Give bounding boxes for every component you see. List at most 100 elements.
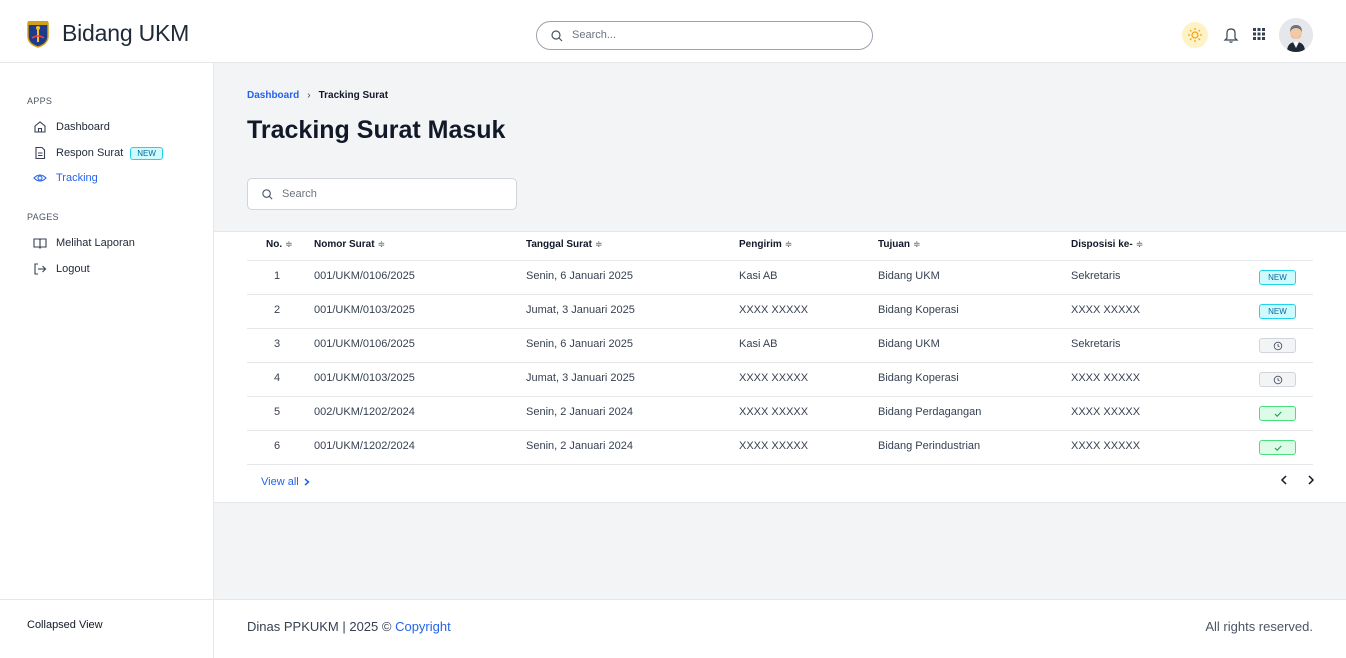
brand-title[interactable]: Bidang UKM <box>62 20 189 47</box>
global-search-placeholder: Search... <box>572 29 617 41</box>
check-icon <box>1274 445 1282 451</box>
table-row[interactable]: 1 001/UKM/0106/2025 Senin, 6 Januari 2025 K… <box>214 261 1346 295</box>
theme-toggle-button[interactable] <box>1182 22 1208 48</box>
cell-disposisi: XXXX XXXXX <box>1071 304 1141 316</box>
sort-icon: ≑ <box>913 239 921 249</box>
sidebar-item-tracking[interactable]: Tracking <box>33 169 98 187</box>
global-search-input[interactable]: Search... <box>536 21 873 50</box>
column-header-tujuan[interactable]: Tujuan ≑ <box>878 239 921 250</box>
sidebar-item-label: Respon Surat <box>56 147 124 159</box>
sort-icon: ≑ <box>784 239 793 249</box>
chevron-right-icon <box>304 478 310 486</box>
sidebar-item-logout[interactable]: Logout <box>33 260 90 278</box>
cell-tujuan: Bidang UKM <box>878 270 940 282</box>
cell-no: 2 <box>274 304 281 316</box>
status-badge-new: NEW <box>1259 304 1296 319</box>
cell-no: 5 <box>274 406 281 418</box>
apps-grid-icon[interactable] <box>1252 27 1266 41</box>
cell-tanggal-surat: Senin, 2 Januari 2024 <box>526 440 634 452</box>
cell-tujuan: Bidang UKM <box>878 338 940 350</box>
table-search-placeholder: Search <box>282 188 317 200</box>
sort-icon: ≑ <box>285 239 293 249</box>
row-divider <box>247 464 1313 465</box>
sidebar-item-label: Dashboard <box>56 121 110 133</box>
cell-disposisi: Sekretaris <box>1071 338 1121 350</box>
sidebar-item-respon-surat[interactable]: Respon Surat NEW <box>33 144 163 162</box>
column-header-tanggal-surat[interactable]: Tanggal Surat ≑ <box>526 239 602 250</box>
copyright-link[interactable]: Copyright <box>395 619 451 634</box>
cell-no: 3 <box>274 338 281 350</box>
table-row[interactable]: 2 001/UKM/0103/2025 Jumat, 3 Januari 2025 X… <box>214 295 1346 329</box>
top-header: Bidang UKM Search... <box>0 0 1346 63</box>
jakarta-logo-icon[interactable] <box>27 20 49 48</box>
tracking-table: No. ≑ Nomor Surat ≑ Tanggal Surat ≑ Pengiri… <box>214 231 1346 503</box>
view-all-link[interactable]: View all <box>261 476 312 488</box>
cell-disposisi: Sekretaris <box>1071 270 1121 282</box>
document-icon <box>35 146 46 160</box>
sort-icon: ≑ <box>377 239 386 249</box>
check-icon <box>1274 411 1282 417</box>
clock-icon <box>1273 341 1283 351</box>
cell-pengirim: XXXX XXXXX <box>739 406 809 418</box>
column-header-disposisi[interactable]: Disposisi ke- ≑ <box>1071 239 1143 250</box>
status-badge-new: NEW <box>1259 270 1296 285</box>
cell-pengirim: XXXX XXXXX <box>739 304 809 316</box>
avatar-image <box>1279 18 1313 52</box>
cell-no: 4 <box>274 372 281 384</box>
footer-copyright: Dinas PPKUKM | 2025 © Copyright <box>247 619 451 634</box>
status-badge-pending <box>1259 372 1296 387</box>
cell-pengirim: Kasi AB <box>739 270 778 282</box>
table-row[interactable]: 5 002/UKM/1202/2024 Senin, 2 Januari 2024 X… <box>214 397 1346 431</box>
logout-icon <box>34 263 47 275</box>
sidebar-item-label: Logout <box>56 263 90 275</box>
cell-no: 6 <box>274 440 281 452</box>
cell-disposisi: XXXX XXXXX <box>1071 440 1141 452</box>
chevron-right-icon[interactable] <box>1304 473 1318 487</box>
user-avatar[interactable] <box>1279 18 1313 52</box>
column-header-nomor-surat[interactable]: Nomor Surat ≑ <box>314 239 385 250</box>
sun-icon <box>1188 28 1202 42</box>
book-open-icon <box>33 238 47 250</box>
breadcrumb-current: Tracking Surat <box>318 90 389 101</box>
page-footer: Dinas PPKUKM | 2025 © Copyright All righ… <box>214 599 1346 658</box>
table-row[interactable]: 3 001/UKM/0106/2025 Senin, 6 Januari 2025 K… <box>214 329 1346 363</box>
footer-rights: All rights reserved. <box>1205 619 1313 634</box>
sidebar: APPS Dashboard Respon Surat NEW Tracking… <box>0 63 214 658</box>
status-badge-done <box>1259 440 1296 455</box>
table-row[interactable]: 4 001/UKM/0103/2025 Jumat, 3 Januari 2025 X… <box>214 363 1346 397</box>
main-content: Dashboard › Tracking Surat Tracking Sura… <box>214 63 1346 599</box>
new-badge: NEW <box>130 146 163 160</box>
sidebar-item-dashboard[interactable]: Dashboard <box>33 118 110 136</box>
cell-tanggal-surat: Jumat, 3 Januari 2025 <box>526 304 635 316</box>
chevron-left-icon[interactable] <box>1277 473 1291 487</box>
cell-disposisi: XXXX XXXXX <box>1071 406 1141 418</box>
cell-tujuan: Bidang Koperasi <box>878 372 959 384</box>
collapsed-view-toggle[interactable]: Collapsed View <box>27 619 103 631</box>
column-header-no[interactable]: No. ≑ <box>266 239 293 250</box>
sidebar-section-apps: APPS <box>27 96 53 106</box>
eye-icon <box>33 174 47 182</box>
table-search-input[interactable]: Search <box>247 178 517 210</box>
sort-icon: ≑ <box>594 239 603 249</box>
sidebar-item-melihat-laporan[interactable]: Melihat Laporan <box>33 234 135 252</box>
clock-icon <box>1273 375 1283 385</box>
search-icon <box>262 189 273 200</box>
table-row[interactable]: 6 001/UKM/1202/2024 Senin, 2 Januari 2024 X… <box>214 431 1346 465</box>
bell-icon[interactable] <box>1223 26 1239 44</box>
cell-pengirim: XXXX XXXXX <box>739 372 809 384</box>
cell-nomor-surat: 001/UKM/1202/2024 <box>314 440 415 452</box>
cell-tanggal-surat: Senin, 6 Januari 2025 <box>526 270 634 282</box>
cell-pengirim: XXXX XXXXX <box>739 440 809 452</box>
cell-tanggal-surat: Jumat, 3 Januari 2025 <box>526 372 635 384</box>
cell-nomor-surat: 001/UKM/0106/2025 <box>314 338 415 350</box>
breadcrumb-dashboard-link[interactable]: Dashboard <box>247 90 299 101</box>
breadcrumb-separator: › <box>307 90 311 101</box>
status-badge-done <box>1259 406 1296 421</box>
cell-nomor-surat: 001/UKM/0103/2025 <box>314 304 415 316</box>
sidebar-section-pages: PAGES <box>27 212 59 222</box>
sort-icon: ≑ <box>1135 239 1144 249</box>
column-header-pengirim[interactable]: Pengirim ≑ <box>739 239 792 250</box>
page-title: Tracking Surat Masuk <box>247 116 506 144</box>
search-icon <box>551 30 563 42</box>
sidebar-item-label: Tracking <box>56 172 98 184</box>
